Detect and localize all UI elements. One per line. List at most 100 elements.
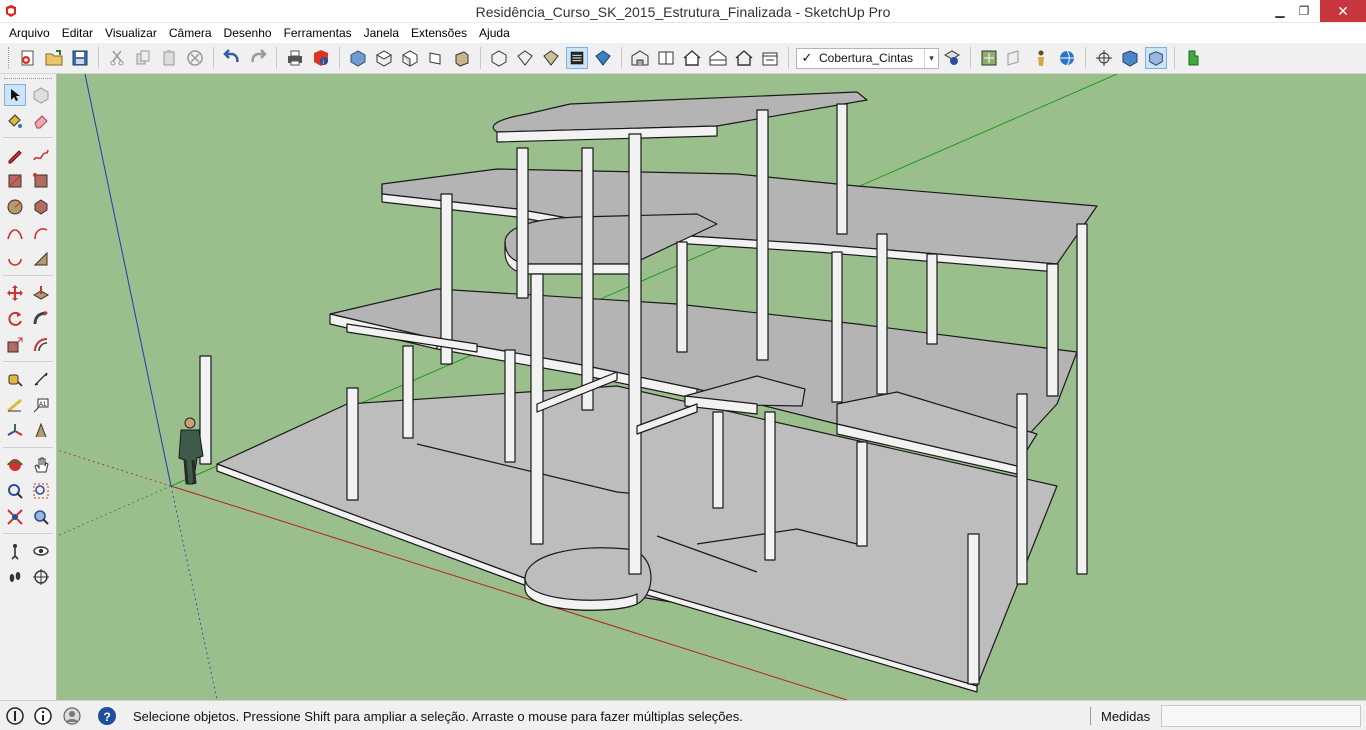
iso-view-icon[interactable] — [347, 47, 369, 69]
globe-icon[interactable] — [1056, 47, 1078, 69]
toolbar-separator — [788, 47, 789, 69]
layer-manager-icon[interactable] — [941, 47, 963, 69]
walk-footprints-icon[interactable] — [4, 566, 26, 588]
extension-icon[interactable] — [1182, 47, 1204, 69]
position-camera-icon[interactable] — [1093, 47, 1115, 69]
pie-icon[interactable] — [30, 248, 52, 270]
home-outline-icon[interactable] — [733, 47, 755, 69]
axes-icon[interactable] — [4, 420, 26, 442]
offset-icon[interactable] — [30, 334, 52, 356]
paint-bucket-icon[interactable] — [4, 110, 26, 132]
section-plane-icon[interactable] — [1004, 47, 1026, 69]
arc-icon[interactable] — [4, 222, 26, 244]
circle-icon[interactable] — [4, 196, 26, 218]
look-around-icon[interactable] — [1119, 47, 1141, 69]
rectangle-icon[interactable] — [4, 170, 26, 192]
zoom-icon[interactable] — [4, 480, 26, 502]
components-icon[interactable] — [655, 47, 677, 69]
menu-janela[interactable]: Janela — [359, 23, 404, 43]
back-view-icon[interactable] — [451, 47, 473, 69]
chevron-down-icon[interactable]: ▾ — [924, 48, 938, 68]
column — [676, 241, 688, 353]
three-point-arc-icon[interactable] — [4, 248, 26, 270]
scale-icon[interactable] — [4, 334, 26, 356]
maximize-button[interactable]: ❐ — [1290, 0, 1318, 22]
section-plane-tool-icon[interactable] — [30, 566, 52, 588]
polygon-icon[interactable] — [30, 196, 52, 218]
shaded-icon[interactable] — [566, 47, 588, 69]
move-icon[interactable] — [4, 282, 26, 304]
wireframe-icon[interactable] — [540, 47, 562, 69]
help-question-icon[interactable]: ? — [97, 706, 117, 726]
menu-ferramentas[interactable]: Ferramentas — [279, 23, 357, 43]
new-model-icon[interactable] — [17, 47, 39, 69]
protractor-icon[interactable] — [4, 394, 26, 416]
measurements-input[interactable] — [1161, 705, 1361, 727]
text-label-icon[interactable]: A1 — [30, 394, 52, 416]
model-info-icon[interactable]: i — [310, 47, 332, 69]
dimension-icon[interactable] — [30, 368, 52, 390]
xray-icon[interactable] — [488, 47, 510, 69]
open-icon[interactable] — [43, 47, 65, 69]
select-arrow-icon[interactable] — [4, 84, 26, 106]
user-account-icon[interactable] — [62, 706, 82, 726]
right-view-icon[interactable] — [425, 47, 447, 69]
column — [876, 233, 888, 395]
menu-arquivo[interactable]: Arquivo — [4, 23, 55, 43]
shaded-textures-icon[interactable] — [592, 47, 614, 69]
credits-info-icon[interactable] — [33, 706, 53, 726]
geo-location-icon[interactable] — [978, 47, 1000, 69]
position-camera-tool-icon[interactable] — [4, 540, 26, 562]
freehand-icon[interactable] — [30, 144, 52, 166]
pan-hand-icon[interactable] — [30, 454, 52, 476]
line-pencil-icon[interactable] — [4, 144, 26, 166]
layer-dropdown[interactable]: ✓ Cobertura_Cintas ▾ — [796, 47, 939, 69]
house-icon[interactable] — [681, 47, 703, 69]
geo-info-icon[interactable] — [5, 706, 25, 726]
zoom-extents-icon[interactable] — [4, 506, 26, 528]
menu-camera[interactable]: Câmera — [164, 23, 217, 43]
status-message: Selecione objetos. Pressione Shift para … — [133, 709, 743, 724]
eraser-icon[interactable] — [30, 110, 52, 132]
erase-icon[interactable] — [184, 47, 206, 69]
person-icon[interactable] — [1030, 47, 1052, 69]
back-edges-icon[interactable] — [514, 47, 536, 69]
toolbar-grip[interactable] — [8, 47, 12, 69]
make-component-icon[interactable] — [30, 84, 52, 106]
redo-icon[interactable] — [247, 47, 269, 69]
model-viewport[interactable] — [57, 74, 1366, 700]
menu-editar[interactable]: Editar — [57, 23, 98, 43]
menu-desenho[interactable]: Desenho — [219, 23, 277, 43]
follow-me-icon[interactable] — [30, 308, 52, 330]
undo-icon[interactable] — [221, 47, 243, 69]
rotated-rectangle-icon[interactable] — [30, 170, 52, 192]
walk-view-icon[interactable] — [1145, 47, 1167, 69]
toolbar-separator — [3, 361, 53, 362]
cut-icon[interactable] — [106, 47, 128, 69]
previous-view-icon[interactable] — [30, 506, 52, 528]
two-point-arc-icon[interactable] — [30, 222, 52, 244]
push-pull-icon[interactable] — [30, 282, 52, 304]
menu-extensoes[interactable]: Extensões — [406, 23, 472, 43]
storefront-icon[interactable] — [759, 47, 781, 69]
share-icon[interactable] — [707, 47, 729, 69]
save-icon[interactable] — [69, 47, 91, 69]
3d-text-icon[interactable] — [30, 420, 52, 442]
orbit-icon[interactable] — [4, 454, 26, 476]
warehouse-icon[interactable] — [629, 47, 651, 69]
copy-icon[interactable] — [132, 47, 154, 69]
rotate-icon[interactable] — [4, 308, 26, 330]
close-button[interactable]: ✕ — [1320, 0, 1366, 22]
toolbar-grip[interactable] — [4, 78, 52, 81]
front-view-icon[interactable] — [399, 47, 421, 69]
top-view-icon[interactable] — [373, 47, 395, 69]
status-bar: ? Selecione objetos. Pressione Shift par… — [0, 700, 1366, 730]
look-around-eye-icon[interactable] — [30, 540, 52, 562]
print-icon[interactable] — [284, 47, 306, 69]
zoom-window-icon[interactable] — [30, 480, 52, 502]
tape-measure-icon[interactable] — [4, 368, 26, 390]
menu-visualizar[interactable]: Visualizar — [100, 23, 162, 43]
layer-name: Cobertura_Cintas — [819, 51, 914, 65]
paste-icon[interactable] — [158, 47, 180, 69]
menu-ajuda[interactable]: Ajuda — [474, 23, 515, 43]
